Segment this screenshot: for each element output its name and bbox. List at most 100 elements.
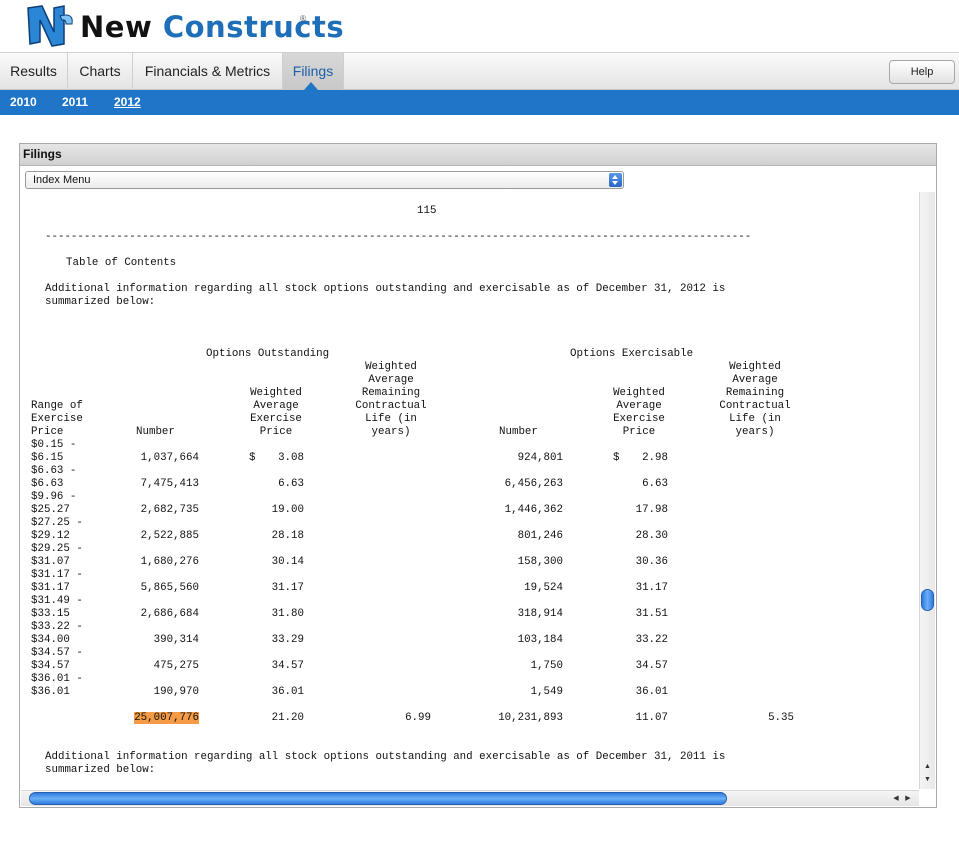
row-range-end: $31.17 xyxy=(31,582,70,594)
year-link-2011[interactable]: 2011 xyxy=(62,90,88,115)
help-button[interactable]: Help xyxy=(889,60,955,84)
tab-financials-metrics[interactable]: Financials & Metrics xyxy=(133,53,283,90)
vertical-scroll-thumb[interactable] xyxy=(921,589,934,611)
row-ex-number: 103,184 xyxy=(517,634,563,646)
row-ex-price: 2.98 xyxy=(642,452,668,464)
row-out-price: 34.57 xyxy=(271,660,304,672)
row-out-price: 36.01 xyxy=(271,686,304,698)
active-tab-pointer xyxy=(304,82,318,90)
horizontal-scroll-thumb[interactable] xyxy=(29,792,727,805)
logo-word-constructs: Constructs xyxy=(162,10,345,44)
tab-charts[interactable]: Charts xyxy=(68,53,133,90)
total-out-number-highlight: 25,007,776 xyxy=(134,712,199,724)
row-range-start: $29.25 - xyxy=(31,543,83,555)
row-range-end: $6.15 xyxy=(31,452,64,464)
row-out-price: 31.17 xyxy=(271,582,304,594)
row-range-end: $31.07 xyxy=(31,556,70,568)
row-range-start: $31.49 - xyxy=(31,595,83,607)
separator-line: ----------------------------------------… xyxy=(45,231,752,243)
row-out-number: 475,275 xyxy=(153,660,199,672)
logo-word-new: New xyxy=(80,10,153,44)
row-ex-number: 924,801 xyxy=(517,452,563,464)
row-out-price: 3.08 xyxy=(278,452,304,464)
row-range-end: $29.12 xyxy=(31,530,70,542)
row-out-number: 1,680,276 xyxy=(140,556,199,568)
total-ex-number: 10,231,893 xyxy=(498,712,563,724)
row-ex-price: 28.30 xyxy=(635,530,668,542)
row-ex-price: 31.17 xyxy=(635,582,668,594)
index-menu-value: Index Menu xyxy=(33,174,91,186)
col-header-out-life: Weighted Average Remaining Contractual L… xyxy=(355,361,427,438)
row-out-number: 2,522,885 xyxy=(140,530,199,542)
group-header-exercisable: Options Exercisable xyxy=(570,348,694,360)
year-link-2010[interactable]: 2010 xyxy=(10,90,37,115)
registered-mark: ® xyxy=(300,14,306,23)
intro-paragraph-2011: Additional information regarding all sto… xyxy=(45,751,726,776)
col-header-range: Range of Exercise Price xyxy=(31,400,83,438)
select-arrows-icon xyxy=(609,173,622,187)
filings-panel: Filings Index Menu 115 -----------------… xyxy=(19,143,937,808)
row-range-end: $25.27 xyxy=(31,504,70,516)
row-range-end: $34.57 xyxy=(31,660,70,672)
row-range-start: $36.01 - xyxy=(31,673,83,685)
tab-results[interactable]: Results xyxy=(0,53,68,90)
col-header-ex-life: Weighted Average Remaining Contractual L… xyxy=(719,361,791,438)
row-ex-price: 33.22 xyxy=(635,634,668,646)
row-out-number: 390,314 xyxy=(153,634,199,646)
row-range-start: $27.25 - xyxy=(31,517,83,529)
row-out-price: 31.80 xyxy=(271,608,304,620)
row-out-number: 5,865,560 xyxy=(140,582,199,594)
row-out-price: 30.14 xyxy=(271,556,304,568)
row-ex-price: 36.01 xyxy=(635,686,668,698)
main-tab-bar: Results Charts Financials & Metrics Fili… xyxy=(0,52,959,90)
scroll-left-icon[interactable]: ◀ xyxy=(890,792,902,805)
row-out-number: 190,970 xyxy=(153,686,199,698)
vertical-scrollbar[interactable]: ▲ ▼ xyxy=(919,192,935,789)
row-range-start: $6.63 - xyxy=(31,465,77,477)
row-out-number: 1,037,664 xyxy=(140,452,199,464)
total-ex-life: 5.35 xyxy=(768,712,794,724)
intro-paragraph-2012: Additional information regarding all sto… xyxy=(45,283,726,308)
row-ex-price: 34.57 xyxy=(635,660,668,672)
col-header-out-price: Weighted Average Exercise Price xyxy=(250,387,302,438)
col-header-ex-price: Weighted Average Exercise Price xyxy=(613,387,665,438)
row-ex-number: 1,750 xyxy=(530,660,563,672)
scroll-right-icon[interactable]: ▶ xyxy=(902,792,914,805)
row-out-number: 2,682,735 xyxy=(140,504,199,516)
row-ex-number: 19,524 xyxy=(524,582,563,594)
header: New Constructs ® xyxy=(0,0,959,52)
total-out-number: 25,007,776 xyxy=(101,712,199,725)
row-ex-number: 158,300 xyxy=(517,556,563,568)
row-ex-price: 6.63 xyxy=(642,478,668,490)
index-menu-select[interactable]: Index Menu xyxy=(25,171,624,189)
scroll-up-icon[interactable]: ▲ xyxy=(921,761,934,773)
row-range-start: $33.22 - xyxy=(31,621,83,633)
row-range-start: $9.96 - xyxy=(31,491,77,503)
year-link-2012[interactable]: 2012 xyxy=(114,90,141,115)
row-ex-number: 1,549 xyxy=(530,686,563,698)
total-out-price: 21.20 xyxy=(271,712,304,724)
page-number: 115 xyxy=(417,205,437,217)
filing-document: 115 ------------------------------------… xyxy=(21,194,919,790)
row-ex-price: 31.51 xyxy=(635,608,668,620)
horizontal-scrollbar[interactable]: ◀ ▶ xyxy=(21,790,919,806)
scroll-down-icon[interactable]: ▼ xyxy=(921,774,934,786)
row-range-start: $34.57 - xyxy=(31,647,83,659)
row-range-end: $33.15 xyxy=(31,608,70,620)
row-out-price: 33.29 xyxy=(271,634,304,646)
row-ex-price: 30.36 xyxy=(635,556,668,568)
row-ex-number: 318,914 xyxy=(517,608,563,620)
panel-title: Filings xyxy=(20,144,936,166)
row-out-number: 7,475,413 xyxy=(140,478,199,490)
row-ex-number: 1,446,362 xyxy=(504,504,563,516)
group-header-outstanding: Options Outstanding xyxy=(206,348,330,360)
table-of-contents-link[interactable]: Table of Contents xyxy=(66,257,176,270)
col-header-ex-number: Number xyxy=(499,426,538,438)
row-out-price: 6.63 xyxy=(278,478,304,490)
row-out-price: 28.18 xyxy=(271,530,304,542)
col-header-out-number: Number xyxy=(136,426,175,438)
row-ex-price: 17.98 xyxy=(635,504,668,516)
row-range-end: $34.00 xyxy=(31,634,70,646)
row-out-number: 2,686,684 xyxy=(140,608,199,620)
total-ex-price: 11.07 xyxy=(635,712,668,724)
